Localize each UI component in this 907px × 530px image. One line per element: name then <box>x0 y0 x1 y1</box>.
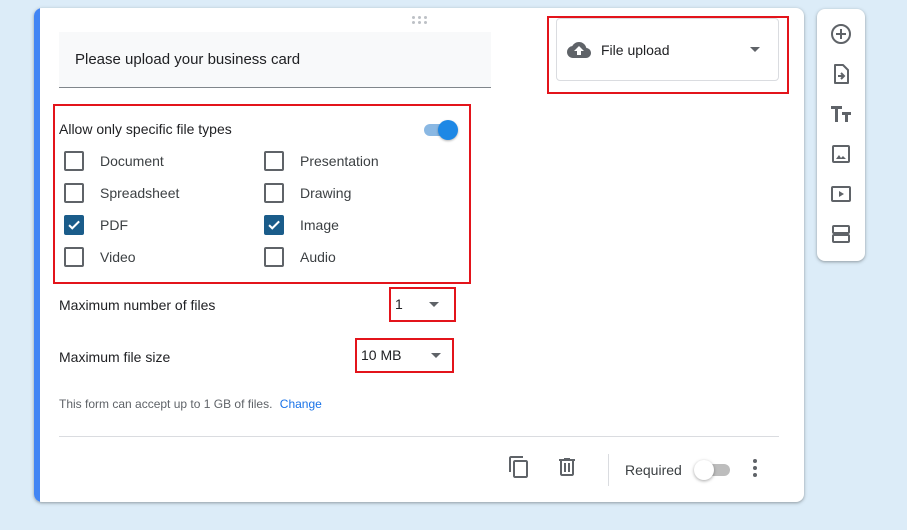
question-card[interactable]: Please upload your business card File up… <box>34 8 804 502</box>
checkbox-drawing[interactable]: Drawing <box>264 183 351 203</box>
required-label: Required <box>625 462 682 478</box>
change-storage-link[interactable]: Change <box>280 397 322 411</box>
add-title-icon[interactable] <box>829 102 853 126</box>
max-files-label: Maximum number of files <box>59 297 216 313</box>
checkbox-audio[interactable]: Audio <box>264 247 336 267</box>
check-icon <box>268 220 280 230</box>
chevron-down-icon <box>750 47 760 52</box>
side-toolbar <box>817 9 865 261</box>
toggle-knob <box>694 460 714 480</box>
check-icon <box>68 220 80 230</box>
checkbox-box[interactable] <box>264 183 284 203</box>
checkbox-label: Spreadsheet <box>100 185 180 201</box>
checkbox-label: Presentation <box>300 153 379 169</box>
checkbox-label: Drawing <box>300 185 352 201</box>
question-title-text: Please upload your business card <box>75 51 301 68</box>
checkbox-spreadsheet[interactable]: Spreadsheet <box>64 183 179 203</box>
checkbox-box[interactable] <box>264 151 284 171</box>
file-types-toggle[interactable] <box>422 120 458 140</box>
question-title-input[interactable]: Please upload your business card <box>59 32 491 88</box>
file-types-title: Allow only specific file types <box>59 121 232 137</box>
add-question-icon[interactable] <box>829 22 853 46</box>
checkbox-box[interactable] <box>64 215 84 235</box>
checkbox-box[interactable] <box>264 247 284 267</box>
footer-separator <box>608 454 609 486</box>
max-size-label: Maximum file size <box>59 349 171 365</box>
footer-divider <box>59 436 779 437</box>
duplicate-icon[interactable] <box>507 455 531 479</box>
checkbox-document[interactable]: Document <box>64 151 164 171</box>
checkbox-box[interactable] <box>264 215 284 235</box>
max-size-value: 10 MB <box>361 347 402 363</box>
add-video-icon[interactable] <box>829 182 853 206</box>
chevron-down-icon <box>429 302 439 307</box>
import-questions-icon[interactable] <box>829 62 853 86</box>
toggle-knob <box>438 120 458 140</box>
checkbox-video[interactable]: Video <box>64 247 136 267</box>
checkbox-box[interactable] <box>64 183 84 203</box>
checkbox-label: Audio <box>300 249 336 265</box>
checkbox-label: Image <box>300 217 339 233</box>
max-files-value: 1 <box>395 296 403 312</box>
storage-info-text: This form can accept up to 1 GB of files… <box>59 397 273 411</box>
checkbox-label: PDF <box>100 217 128 233</box>
cloud-upload-icon <box>567 41 591 58</box>
required-toggle[interactable] <box>694 459 732 481</box>
checkbox-presentation[interactable]: Presentation <box>264 151 379 171</box>
active-card-accent-bar <box>34 8 40 502</box>
checkbox-label: Document <box>100 153 164 169</box>
add-image-icon[interactable] <box>829 142 853 166</box>
max-size-select[interactable]: 10 MB <box>361 347 447 369</box>
checkbox-label: Video <box>100 249 136 265</box>
storage-info: This form can accept up to 1 GB of files… <box>59 397 322 411</box>
max-files-select[interactable]: 1 <box>395 296 449 318</box>
more-vert-icon[interactable] <box>743 456 767 480</box>
trash-icon[interactable] <box>555 455 579 479</box>
checkbox-box[interactable] <box>64 247 84 267</box>
question-type-label: File upload <box>601 41 670 58</box>
checkbox-image[interactable]: Image <box>264 215 339 235</box>
checkbox-pdf[interactable]: PDF <box>64 215 128 235</box>
checkbox-box[interactable] <box>64 151 84 171</box>
drag-handle-icon[interactable] <box>412 16 428 26</box>
chevron-down-icon <box>431 353 441 358</box>
add-section-icon[interactable] <box>829 222 853 246</box>
question-type-select[interactable]: File upload <box>556 18 779 81</box>
